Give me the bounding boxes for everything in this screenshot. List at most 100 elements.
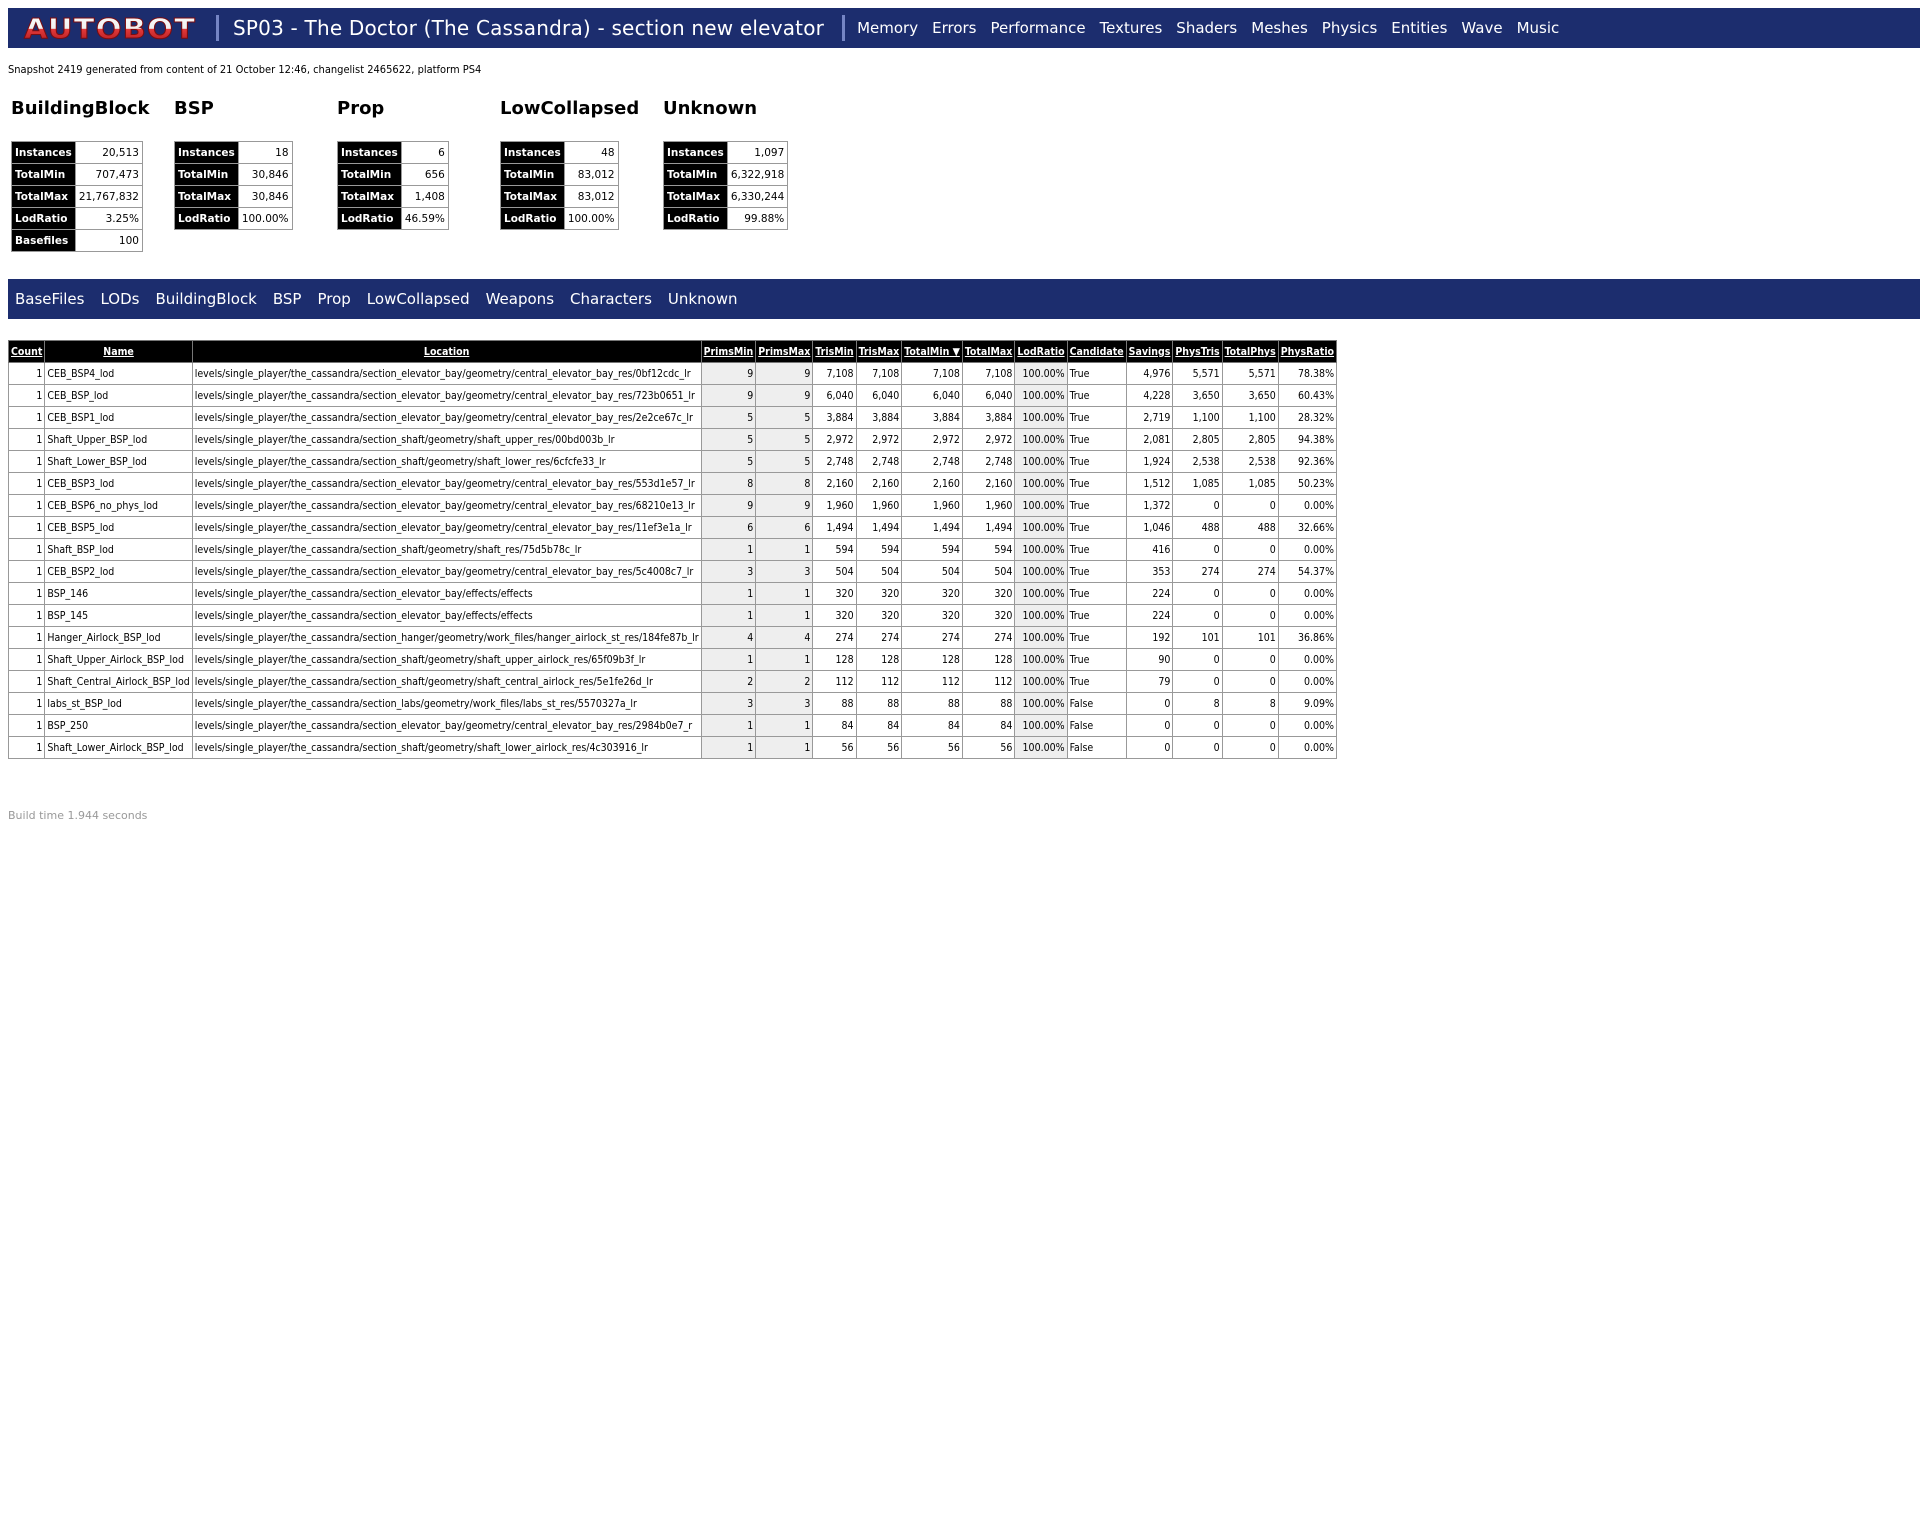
table-cell-trismax: 84 xyxy=(855,714,903,737)
table-cell-location: levels/single_player/the_cassandra/secti… xyxy=(191,714,702,737)
table-cell-lodratio: 100.00% xyxy=(1014,626,1068,649)
column-header-totalmin[interactable]: TotalMin ▼ xyxy=(901,340,963,363)
nav-link-memory[interactable]: Memory xyxy=(857,19,918,37)
table-cell-primsmin: 4 xyxy=(700,626,757,649)
column-header-trismin[interactable]: TrisMin xyxy=(812,340,857,363)
table-cell-count: 1 xyxy=(7,516,46,539)
column-header-phystris[interactable]: PhysTris xyxy=(1172,340,1223,363)
table-cell-candidate: True xyxy=(1066,604,1127,627)
table-cell-totalphys: 1,100 xyxy=(1221,406,1279,429)
table-cell-trismin: 320 xyxy=(812,604,857,627)
subnav-link-characters[interactable]: Characters xyxy=(570,290,652,308)
summary-row: TotalMin 83,012 xyxy=(500,163,619,186)
table-cell-phystris: 1,085 xyxy=(1172,472,1223,495)
table-cell-totalmin: 2,748 xyxy=(901,450,963,473)
table-cell-primsmax: 5 xyxy=(755,406,814,429)
summary-stats-table: Instances 18 TotalMin 30,846 TotalMax 30,846 L… xyxy=(174,141,293,230)
table-cell-count: 1 xyxy=(7,472,46,495)
column-header-name[interactable]: Name xyxy=(44,340,193,363)
column-header-candidate[interactable]: Candidate xyxy=(1066,340,1127,363)
subnav-link-prop[interactable]: Prop xyxy=(317,290,350,308)
nav-link-physics[interactable]: Physics xyxy=(1322,19,1377,37)
column-header-totalphys[interactable]: TotalPhys xyxy=(1221,340,1279,363)
summary-value: 48 xyxy=(563,141,619,164)
column-header-primsmin[interactable]: PrimsMin xyxy=(700,340,757,363)
table-cell-totalmax: 320 xyxy=(961,582,1016,605)
table-cell-primsmax: 6 xyxy=(755,516,814,539)
table-cell-totalmin: 1,960 xyxy=(901,494,963,517)
table-cell-primsmax: 1 xyxy=(755,736,814,759)
table-cell-location: levels/single_player/the_cassandra/secti… xyxy=(191,494,702,517)
table-cell-trismax: 112 xyxy=(855,670,903,693)
table-row: 1 Shaft_BSP_lod levels/single_player/the_c… xyxy=(7,538,1338,561)
table-row: 1 BSP_250 levels/single_player/the_cassand… xyxy=(7,714,1338,737)
table-cell-totalphys: 5,571 xyxy=(1221,362,1279,385)
column-header-totalmax[interactable]: TotalMax xyxy=(961,340,1016,363)
table-cell-primsmin: 5 xyxy=(700,428,757,451)
header-divider xyxy=(216,15,219,41)
table-row: 1 Shaft_Upper_BSP_lod levels/single_player… xyxy=(7,428,1338,451)
nav-link-meshes[interactable]: Meshes xyxy=(1251,19,1308,37)
subnav-link-basefiles[interactable]: BaseFiles xyxy=(15,290,84,308)
column-header-primsmax[interactable]: PrimsMax xyxy=(755,340,814,363)
table-row: 1 BSP_145 levels/single_player/the_cassand… xyxy=(7,604,1338,627)
nav-link-shaders[interactable]: Shaders xyxy=(1176,19,1237,37)
table-cell-primsmin: 3 xyxy=(700,692,757,715)
summary-key: LodRatio xyxy=(11,207,76,230)
table-cell-totalmin: 320 xyxy=(901,604,963,627)
table-cell-totalphys: 2,805 xyxy=(1221,428,1279,451)
column-header-lodratio[interactable]: LodRatio xyxy=(1014,340,1068,363)
summary-key: Instances xyxy=(174,141,239,164)
table-row: 1 Hanger_Airlock_BSP_lod levels/single_pla… xyxy=(7,626,1338,649)
table-cell-savings: 1,924 xyxy=(1125,450,1174,473)
summary-value: 99.88% xyxy=(726,207,789,230)
table-cell-physratio: 54.37% xyxy=(1277,560,1338,583)
nav-link-music[interactable]: Music xyxy=(1517,19,1560,37)
column-header-count[interactable]: Count xyxy=(7,340,46,363)
summary-value: 83,012 xyxy=(563,163,619,186)
table-cell-totalmax: 56 xyxy=(961,736,1016,759)
column-header-savings[interactable]: Savings xyxy=(1125,340,1174,363)
summary-value: 1,408 xyxy=(400,185,449,208)
subnav-link-unknown[interactable]: Unknown xyxy=(668,290,738,308)
table-cell-physratio: 0.00% xyxy=(1277,494,1338,517)
table-cell-name: Hanger_Airlock_BSP_lod xyxy=(44,626,193,649)
table-cell-primsmax: 5 xyxy=(755,428,814,451)
nav-link-textures[interactable]: Textures xyxy=(1100,19,1163,37)
table-cell-location: levels/single_player/the_cassandra/secti… xyxy=(191,428,702,451)
subnav-link-lods[interactable]: LODs xyxy=(100,290,139,308)
nav-link-errors[interactable]: Errors xyxy=(932,19,976,37)
table-cell-count: 1 xyxy=(7,626,46,649)
subnav-link-lowcollapsed[interactable]: LowCollapsed xyxy=(367,290,470,308)
table-cell-primsmin: 5 xyxy=(700,450,757,473)
summary-key: TotalMin xyxy=(11,163,76,186)
table-row: 1 Shaft_Lower_BSP_lod levels/single_player… xyxy=(7,450,1338,473)
nav-link-performance[interactable]: Performance xyxy=(991,19,1086,37)
table-cell-name: Shaft_Lower_BSP_lod xyxy=(44,450,193,473)
table-cell-count: 1 xyxy=(7,494,46,517)
table-cell-totalmin: 112 xyxy=(901,670,963,693)
table-cell-trismax: 3,884 xyxy=(855,406,903,429)
table-cell-totalmax: 84 xyxy=(961,714,1016,737)
category-nav-bar: BaseFiles LODs BuildingBlock BSP Prop LowColl… xyxy=(8,279,1920,319)
top-navigation-bar: AUTOBOT SP03 - The Doctor (The Cassandra… xyxy=(8,8,1920,48)
table-cell-savings: 2,081 xyxy=(1125,428,1174,451)
table-cell-phystris: 0 xyxy=(1172,582,1223,605)
table-cell-candidate: True xyxy=(1066,428,1127,451)
subnav-link-buildingblock[interactable]: BuildingBlock xyxy=(155,290,256,308)
autobot-logo[interactable]: AUTOBOT xyxy=(22,13,200,43)
subnav-link-bsp[interactable]: BSP xyxy=(273,290,302,308)
table-cell-totalmax: 504 xyxy=(961,560,1016,583)
table-cell-physratio: 94.38% xyxy=(1277,428,1338,451)
table-cell-primsmax: 3 xyxy=(755,692,814,715)
nav-link-entities[interactable]: Entities xyxy=(1391,19,1447,37)
table-cell-location: levels/single_player/the_cassandra/secti… xyxy=(191,648,702,671)
nav-link-wave[interactable]: Wave xyxy=(1461,19,1502,37)
column-header-physratio[interactable]: PhysRatio xyxy=(1277,340,1338,363)
column-header-trismax[interactable]: TrisMax xyxy=(855,340,903,363)
subnav-link-weapons[interactable]: Weapons xyxy=(486,290,554,308)
table-cell-phystris: 2,538 xyxy=(1172,450,1223,473)
table-cell-totalphys: 0 xyxy=(1221,714,1279,737)
column-header-location[interactable]: Location xyxy=(191,340,702,363)
table-cell-name: CEB_BSP_lod xyxy=(44,384,193,407)
